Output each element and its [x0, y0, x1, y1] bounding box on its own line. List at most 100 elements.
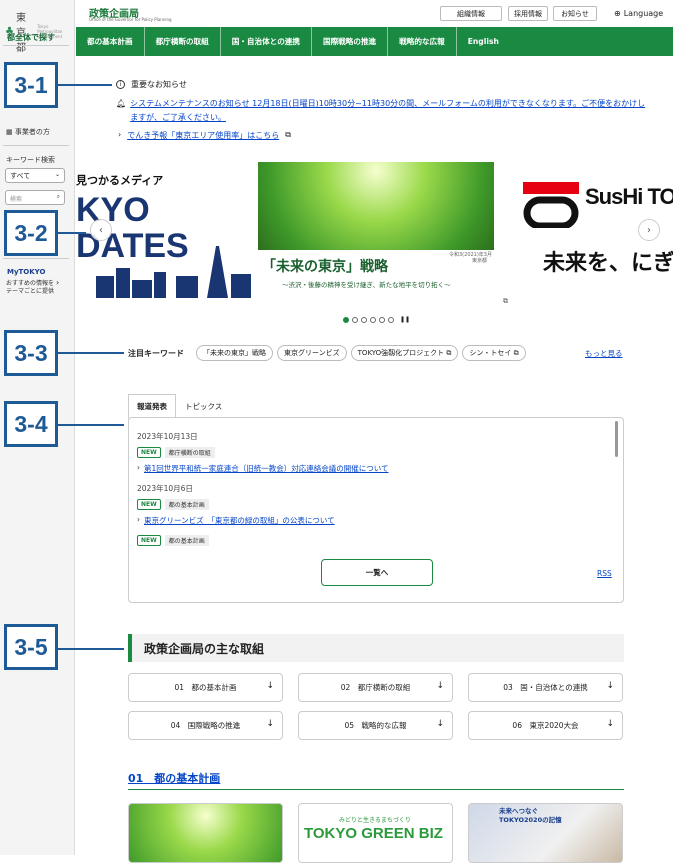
chevron-right-icon: ›	[118, 130, 122, 139]
site-subtitle: Office of the Governor for Policy Planni…	[89, 17, 172, 22]
nav-cross-agency[interactable]: 都庁横断の取組	[145, 27, 221, 56]
chevron-left-icon: ‹	[99, 224, 103, 236]
divider	[3, 258, 69, 259]
press-date: 2023年10月13日	[137, 432, 198, 441]
plan-thumbnail-3[interactable]: 未来へつなぐ TOKYO2020の記憶	[468, 803, 623, 863]
chevron-right-icon: ›	[647, 224, 651, 236]
rss-link[interactable]: RSS	[597, 569, 612, 578]
new-badge: NEW	[137, 535, 161, 546]
search-icon[interactable]: ⌕	[57, 193, 60, 201]
external-link-icon: ⧉	[446, 349, 452, 357]
callout-3-4: 3-4	[4, 401, 58, 447]
carousel-dot-4[interactable]	[370, 316, 376, 323]
keyword-search-label: キーワード検索	[6, 156, 55, 164]
nav-pr[interactable]: 戦略的な広報	[388, 27, 457, 56]
pause-icon[interactable]: ❚❚	[400, 316, 410, 323]
initiative-card[interactable]: 04 国際戦略の推進 ↓	[128, 711, 283, 740]
external-link-icon: ⧉	[513, 349, 519, 357]
recruit-button[interactable]: 採用情報	[508, 6, 548, 21]
mytokyo-description[interactable]: おすすめの情報をテーマごとに提供	[6, 280, 58, 296]
initiative-card[interactable]: 03 国・自治体との連携 ↓	[468, 673, 623, 702]
new-badge: NEW	[137, 447, 161, 458]
press-date: 2023年10月6日	[137, 484, 193, 493]
list-item: 2023年10月6日 NEW 都の基本計画 › 東京グリーンビズ 「東京都の緑の取組…	[137, 483, 607, 526]
keyword-pill[interactable]: 東京グリーンビズ	[277, 345, 347, 361]
press-list-button[interactable]: 一覧へ	[321, 559, 433, 586]
callout-line	[58, 84, 112, 86]
nav-english[interactable]: English	[457, 27, 510, 56]
slide-future-tokyo[interactable]: 「未来の東京」戦略 令和3(2021)年3月 東京都 ～渋沢・後藤の精神を受け継…	[258, 162, 494, 298]
callout-3-1: 3-1	[4, 62, 58, 108]
plan-thumbnail-2[interactable]: みどりと生きるまちづくり TOKYO GREEN BIZ	[298, 803, 453, 863]
nav-national-local[interactable]: 国・自治体との連携	[221, 27, 312, 56]
external-link-icon[interactable]: ⧉	[503, 297, 508, 306]
thumb2-subtitle: みどりと生きるまちづくり	[339, 817, 411, 824]
arrow-down-icon: ↓	[606, 719, 614, 729]
slide-center-title: 「未来の東京」戦略	[262, 259, 388, 275]
info-icon: i	[116, 80, 125, 89]
news-button[interactable]: お知らせ	[553, 6, 597, 21]
slide-center-mark: 令和3(2021)年3月 東京都	[449, 252, 492, 264]
list-item: NEW 都の基本計画	[137, 535, 607, 546]
thumb2-title: TOKYO GREEN BIZ	[304, 825, 443, 842]
mytokyo-logo[interactable]: MyTOKYO	[7, 268, 45, 276]
carousel-dot-1[interactable]	[343, 316, 349, 323]
carousel-next-button[interactable]: ›	[638, 219, 660, 241]
initiative-card[interactable]: 02 都庁横断の取組 ↓	[298, 673, 453, 702]
press-link[interactable]: › 第1回世界平和統一家庭連合（旧統一教会）対応連絡会議の開催について	[137, 463, 607, 474]
business-link[interactable]: ▦ 事業者の方	[6, 127, 50, 137]
chevron-right-icon[interactable]: ›	[56, 278, 59, 287]
electricity-forecast-link[interactable]: › でんき予報「東京エリア使用率」はこちら ⧉	[118, 130, 291, 141]
keyword-pill[interactable]: シン・トセイ ⧉	[462, 345, 526, 361]
initiative-card[interactable]: 01 都の基本計画 ↓	[128, 673, 283, 702]
city-skyline-graphic	[96, 246, 251, 298]
building-icon: ▦	[6, 128, 15, 136]
keyword-pill[interactable]: TOKYO強靱化プロジェクト ⧉	[350, 345, 459, 361]
org-info-button[interactable]: 組織情報	[440, 6, 502, 21]
language-selector[interactable]: ⊕ Language	[614, 9, 663, 18]
press-list: 2023年10月13日 NEW 都庁横断の取組 › 第1回世界平和統一家庭連合（旧統…	[137, 428, 607, 546]
bell-icon: 🔔︎	[116, 99, 127, 108]
nav-basic-plan[interactable]: 都の基本計画	[76, 27, 145, 56]
keyword-pill[interactable]: 「未来の東京」戦略	[196, 345, 273, 361]
arrow-down-icon: ↓	[606, 681, 614, 691]
chevron-right-icon: ›	[137, 515, 140, 524]
chevron-right-icon: ›	[137, 463, 140, 472]
main-nav: 都の基本計画 都庁横断の取組 国・自治体との連携 国際戦略の推進 戦略的な広報 …	[76, 27, 673, 56]
carousel-prev-button[interactable]: ‹	[90, 219, 112, 241]
maintenance-notice-link[interactable]: 🔔︎ システムメンテナンスのお知らせ 12月18日(日曜日)10時30分~11時…	[116, 97, 646, 125]
initiatives-heading: 政策企画局の主な取組	[128, 634, 624, 662]
press-link[interactable]: › 東京グリーンビズ 「東京都の緑の取組」の公表について	[137, 515, 607, 526]
carousel-dot-5[interactable]	[379, 316, 385, 323]
divider	[3, 145, 69, 146]
carousel-dot-2[interactable]	[352, 316, 358, 323]
chevron-down-icon: ⌄	[54, 171, 60, 178]
new-badge: NEW	[137, 499, 161, 510]
banner-carousel: 見つかるメディア KYO DATES 「未来の東京」戦略 令和3(2021)年3…	[76, 162, 673, 312]
carousel-dots: ❚❚	[343, 316, 410, 323]
arrow-down-icon: ↓	[266, 719, 274, 729]
keyword-category-select[interactable]: すべて ⌄	[5, 168, 65, 183]
callout-3-3: 3-3	[4, 330, 58, 376]
basic-plan-heading[interactable]: 01 都の基本計画	[128, 770, 220, 786]
divider	[128, 789, 624, 790]
initiative-card[interactable]: 05 戦略的な広報 ↓	[298, 711, 453, 740]
scrollbar[interactable]	[615, 421, 618, 457]
plan-thumbnail-1[interactable]	[128, 803, 283, 863]
globe-icon: ⊕	[614, 9, 621, 18]
nav-international[interactable]: 国際戦略の推進	[312, 27, 389, 56]
initiative-card[interactable]: 06 東京2020大会 ↓	[468, 711, 623, 740]
slide-right-tagline: 未来を、にぎ	[543, 251, 673, 276]
callout-3-5: 3-5	[4, 624, 58, 670]
category-badge: 都の基本計画	[164, 535, 209, 546]
keywords-more-link[interactable]: もっと見る	[585, 348, 623, 359]
forest-photo	[258, 162, 494, 250]
callout-line	[58, 352, 124, 354]
arrow-down-icon: ↓	[436, 681, 444, 691]
callout-3-2: 3-2	[4, 210, 58, 256]
carousel-dot-6[interactable]	[388, 316, 394, 323]
divider	[3, 45, 69, 46]
carousel-dot-3[interactable]	[361, 316, 367, 323]
search-all-link[interactable]: 都全体で探す	[7, 32, 55, 43]
keyword-search-input[interactable]: 検索 ⌕	[5, 190, 65, 205]
